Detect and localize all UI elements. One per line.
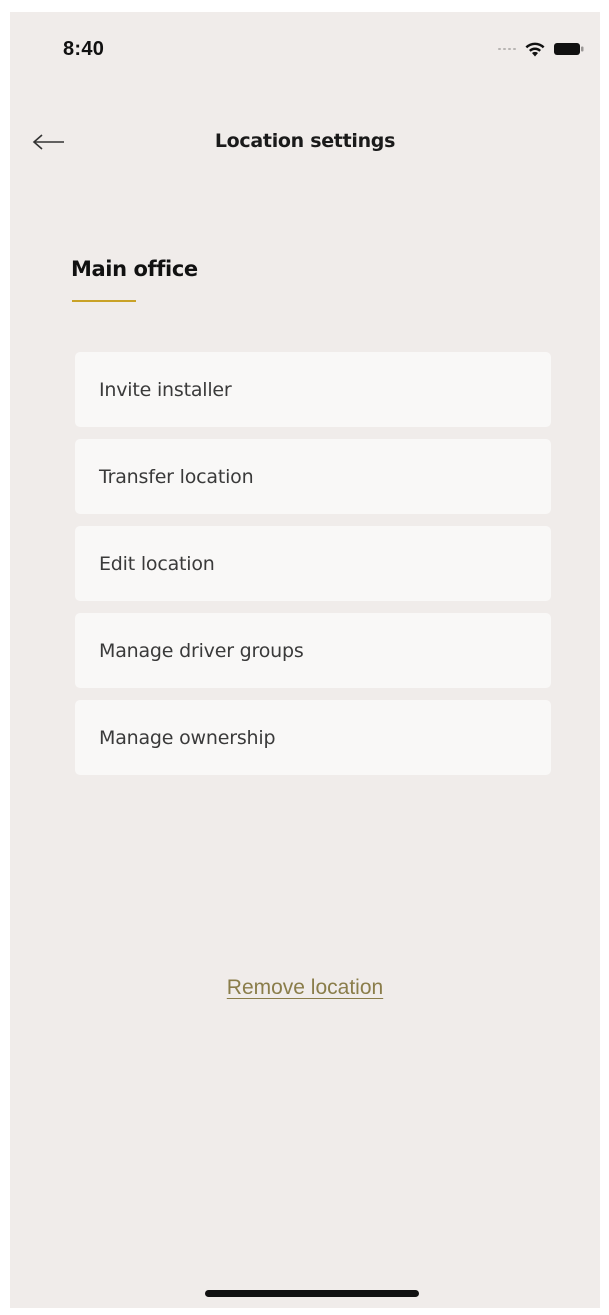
section-title: Main office bbox=[71, 257, 198, 281]
remove-location-container: Remove location bbox=[10, 976, 600, 1000]
wifi-icon bbox=[524, 41, 546, 57]
signal-dots-icon bbox=[498, 48, 516, 50]
menu-item-edit-location[interactable]: Edit location bbox=[75, 526, 551, 601]
menu-item-invite-installer[interactable]: Invite installer bbox=[75, 352, 551, 427]
menu-item-manage-driver-groups[interactable]: Manage driver groups bbox=[75, 613, 551, 688]
menu-item-transfer-location[interactable]: Transfer location bbox=[75, 439, 551, 514]
battery-icon bbox=[554, 42, 584, 56]
screen: 8:40 Location settings Main office Invit… bbox=[10, 12, 600, 1308]
home-indicator[interactable] bbox=[205, 1290, 419, 1297]
menu-item-manage-ownership[interactable]: Manage ownership bbox=[75, 700, 551, 775]
remove-location-link[interactable]: Remove location bbox=[227, 976, 383, 999]
menu-item-label: Manage driver groups bbox=[99, 639, 304, 662]
menu-item-label: Edit location bbox=[99, 552, 215, 575]
menu-item-label: Manage ownership bbox=[99, 726, 276, 749]
menu-item-label: Transfer location bbox=[99, 465, 254, 488]
menu-item-label: Invite installer bbox=[99, 378, 232, 401]
settings-menu: Invite installer Transfer location Edit … bbox=[75, 352, 551, 775]
section-underline bbox=[72, 300, 136, 302]
page-title: Location settings bbox=[214, 130, 396, 152]
status-time: 8:40 bbox=[63, 38, 105, 60]
status-icons bbox=[498, 38, 584, 60]
